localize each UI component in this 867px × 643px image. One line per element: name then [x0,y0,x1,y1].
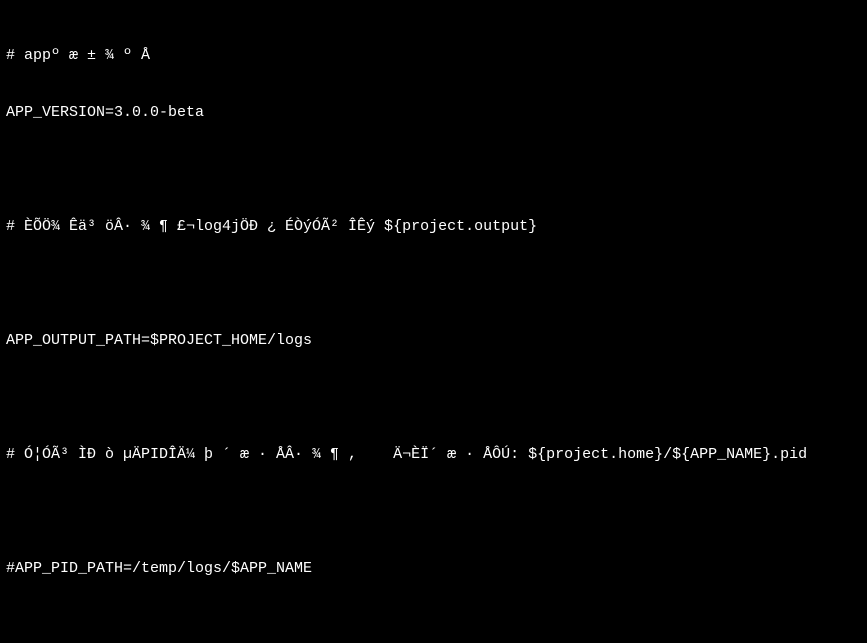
config-line: APP_VERSION=3.0.0-beta [6,103,861,122]
config-line [6,616,861,635]
terminal-viewport[interactable]: # appº æ ± ¾ º Å APP_VERSION=3.0.0-beta … [0,0,867,643]
config-line: # Ó¦ÓÃ³ ÌÐ ò µÄPIDÎÄ¼ þ ´ æ · ÅÂ· ¾ ¶ , … [6,445,861,464]
config-line [6,388,861,407]
config-line: # ÈÕÖ¾ Êä³ öÂ· ¾ ¶ £¬log4jÖÐ ¿ ÉÒýÓÃ² ÎÊ… [6,217,861,236]
config-line: APP_OUTPUT_PATH=$PROJECT_HOME/logs [6,331,861,350]
config-line: #APP_PID_PATH=/temp/logs/$APP_NAME [6,559,861,578]
config-line [6,502,861,521]
config-line: # appº æ ± ¾ º Å [6,46,861,65]
config-line [6,274,861,293]
config-line [6,160,861,179]
